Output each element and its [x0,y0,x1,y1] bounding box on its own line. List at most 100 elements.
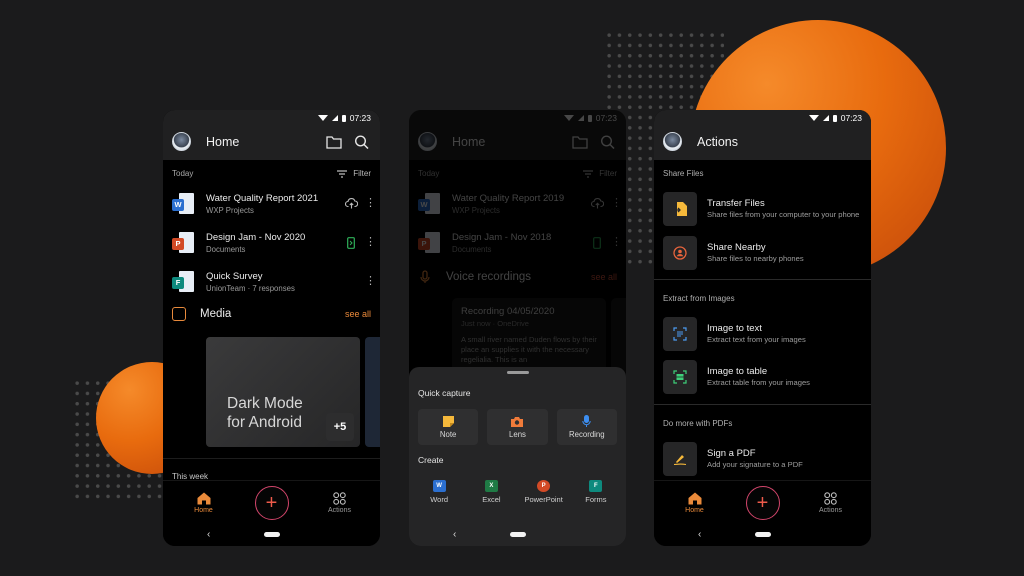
filter-icon [583,169,594,178]
status-time: 07:23 [595,113,617,123]
page-title: Home [206,134,240,149]
cloud-upload-icon[interactable] [344,198,358,209]
quick-capture-recording-button[interactable]: Recording [556,409,617,445]
action-sign-pdf[interactable]: Sign a PDF Add your signature to a PDF [663,442,862,476]
more-options-icon[interactable]: ⋮ [365,276,376,287]
back-button[interactable]: ‹ [207,529,210,540]
battery-icon [587,114,592,122]
quick-capture-note-button[interactable]: Note [418,409,479,445]
sign-pdf-icon [673,455,687,466]
media-card[interactable]: Dark Mode for Android +5 [206,337,360,447]
actions-grid-icon [824,491,837,505]
file-row[interactable]: W Water Quality Report 2021 WXP Projects… [163,184,380,223]
avatar [418,132,437,151]
app-bar: 07:23 Actions [654,110,871,160]
avatar[interactable] [172,132,191,151]
avatar[interactable] [663,132,682,151]
home-gesture-pill[interactable] [754,531,771,537]
file-name: Design Jam - Nov 2018 [452,231,552,243]
forms-icon: F [589,480,603,492]
media-card-title-line1: Dark Mode [227,395,303,412]
nav-actions[interactable]: Actions [310,491,370,514]
divider [654,404,871,405]
phone-home-screen: 07:23 Home Today Filter W Water Quality … [163,110,380,546]
camera-icon [511,416,524,427]
create-powerpoint-button[interactable]: P PowerPoint [518,480,570,504]
create-label: Create [418,455,444,465]
create-fab-button[interactable]: + [745,485,780,520]
file-row[interactable]: P Design Jam - Nov 2020 Documents ⋮ [163,223,380,262]
signal-icon [577,115,584,121]
word-file-icon: W [418,192,440,215]
bottom-nav: Home + Actions [163,480,380,524]
action-description: Share files from your computer to your p… [707,210,860,219]
actions-grid-icon [333,491,346,505]
wifi-icon [563,115,574,121]
file-row[interactable]: F Quick Survey UnionTeam · 7 responses ⋮ [163,262,380,301]
file-row: P Design Jam - Nov 2018 Documents ⋮ [409,223,626,262]
filter-label: Filter [599,169,617,178]
nav-home[interactable]: Home [174,492,234,514]
phone-actions-screen: 07:23 Actions Share Files Transfer Files… [654,110,871,546]
action-description: Extract text from your images [707,335,806,344]
wifi-icon [317,115,328,121]
page-title: Actions [697,134,738,149]
filter-icon [337,169,348,178]
action-title: Image to table [707,366,768,377]
action-description: Extract table from your images [707,378,810,387]
nav-home-label: Home [194,506,213,514]
nav-home[interactable]: Home [665,492,725,514]
app-bar: 07:23 Home [163,110,380,160]
file-name: Water Quality Report 2021 [206,192,319,204]
section-today-label: Today [172,169,194,178]
quick-capture-label: Quick capture [418,388,471,398]
recording-label: Recording [569,430,605,439]
search-icon[interactable] [354,134,370,149]
back-button[interactable]: ‹ [453,529,456,540]
action-description: Share files to nearby phones [707,254,804,263]
dimmed-background-content: 07:23 Home Today Filter W Water Quality … [409,110,626,388]
action-transfer-files[interactable]: Transfer Files Share files from your com… [663,192,862,226]
action-image-to-text[interactable]: Image to text Extract text from your ima… [663,317,862,351]
media-card-next[interactable] [365,337,380,447]
action-image-to-table[interactable]: Image to table Extract table from your i… [663,360,862,394]
voice-recordings-title: Voice recordings [446,271,532,283]
more-options-icon: ⋮ [611,197,622,209]
nav-actions[interactable]: Actions [801,491,861,514]
more-media-count[interactable]: +5 [326,413,354,441]
section-pdfs-label: Do more with PDFs [663,419,733,428]
share-nearby-icon [673,246,687,260]
quick-capture-lens-button[interactable]: Lens [487,409,548,445]
word-label: Word [430,495,449,504]
image-to-text-icon [673,327,687,341]
powerpoint-icon: P [537,480,551,492]
file-name: Design Jam - Nov 2020 [206,231,306,243]
create-fab-button[interactable]: + [254,485,289,520]
action-description: Add your signature to a PDF [707,460,803,469]
filter-button[interactable]: Filter [337,169,371,178]
recording-meta: Just now · OneDrive [461,319,529,328]
sheet-drag-handle[interactable] [506,371,529,374]
battery-icon [832,114,837,122]
media-icon [172,307,186,321]
create-forms-button[interactable]: F Forms [570,480,622,504]
back-button[interactable]: ‹ [698,529,701,540]
action-share-nearby[interactable]: Share Nearby Share files to nearby phone… [663,236,862,270]
note-icon [442,415,454,427]
home-gesture-pill[interactable] [263,531,280,537]
more-options-icon[interactable]: ⋮ [365,237,376,248]
create-excel-button[interactable]: X Excel [465,480,517,504]
folder-icon[interactable] [326,135,342,149]
bottom-nav: Home + Actions [654,480,871,524]
phone-sync-icon[interactable] [347,236,355,249]
see-all-link[interactable]: see all [345,309,371,319]
note-label: Note [439,429,457,439]
home-gesture-pill[interactable] [509,531,526,537]
see-all-link: see all [590,272,617,282]
microphone-icon [420,270,430,283]
battery-icon [341,114,346,122]
create-bottom-sheet: Quick capture Note Lens Recording Create… [409,367,626,546]
page-title: Home [452,134,486,149]
create-word-button[interactable]: W Word [413,480,465,504]
more-options-icon[interactable]: ⋮ [365,198,376,209]
